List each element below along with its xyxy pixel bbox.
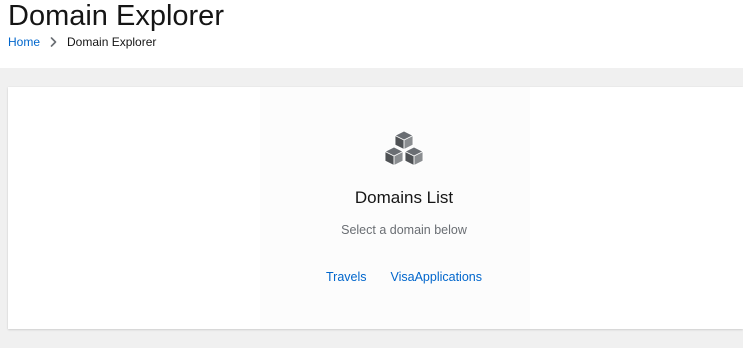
chevron-right-icon <box>50 37 57 47</box>
breadcrumb: Home Domain Explorer <box>8 35 156 49</box>
breadcrumb-home-link[interactable]: Home <box>8 35 40 49</box>
page-header: Domain Explorer Home Domain Explorer <box>0 0 743 68</box>
empty-state-body: Select a domain below <box>341 223 467 237</box>
domain-links: Travels VisaApplications <box>0 270 743 285</box>
breadcrumb-current: Domain Explorer <box>67 35 157 49</box>
empty-state-title: Domains List <box>354 188 454 207</box>
page-title: Domain Explorer <box>8 0 224 32</box>
empty-state-panel <box>260 87 530 329</box>
cubes-icon <box>383 130 425 168</box>
domains-card <box>8 87 743 329</box>
domain-link-visaapplications[interactable]: VisaApplications <box>391 270 483 285</box>
domain-link-travels[interactable]: Travels <box>326 270 367 285</box>
